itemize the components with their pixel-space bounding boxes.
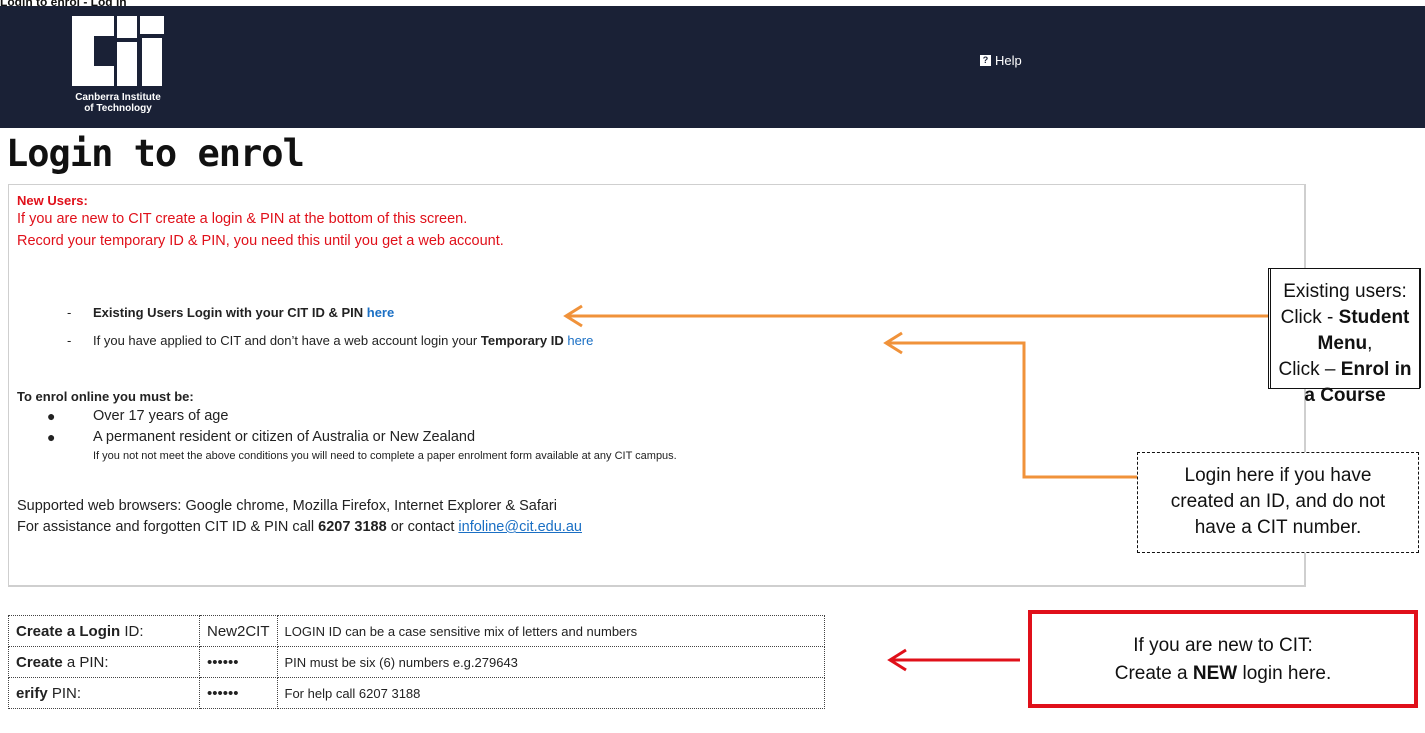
create-login-form: Create a Login ID: New2CIT LOGIN ID can … bbox=[8, 615, 825, 709]
verify-pin-hint: For help call 6207 3188 bbox=[276, 677, 825, 709]
form-row-verify-pin: erify PIN: •••••• For help call 6207 318… bbox=[8, 677, 825, 709]
verify-pin-label: erify PIN: bbox=[8, 677, 200, 709]
pin-input[interactable]: •••••• bbox=[199, 646, 278, 678]
login-id-input[interactable]: New2CIT bbox=[199, 615, 278, 647]
orange-arrow-temp bbox=[883, 331, 1140, 479]
form-row-pin: Create a PIN: •••••• PIN must be six (6)… bbox=[8, 646, 825, 678]
temporary-id-callout: Login here if you have created an ID, an… bbox=[1137, 452, 1419, 553]
new-user-callout: If you are new to CIT: Create a NEW logi… bbox=[1028, 610, 1418, 708]
login-id-label: Create a Login ID: bbox=[8, 615, 200, 647]
orange-arrow-existing bbox=[563, 304, 1270, 328]
existing-users-callout-final: Existing users: Click - Student Menu, Cl… bbox=[1270, 268, 1420, 406]
form-row-login-id: Create a Login ID: New2CIT LOGIN ID can … bbox=[8, 615, 825, 647]
verify-pin-input[interactable]: •••••• bbox=[199, 677, 278, 709]
login-id-hint: LOGIN ID can be a case sensitive mix of … bbox=[276, 615, 825, 647]
red-arrow-new bbox=[887, 648, 1020, 672]
pin-label: Create a PIN: bbox=[8, 646, 200, 678]
pin-hint: PIN must be six (6) numbers e.g.279643 bbox=[276, 646, 825, 678]
